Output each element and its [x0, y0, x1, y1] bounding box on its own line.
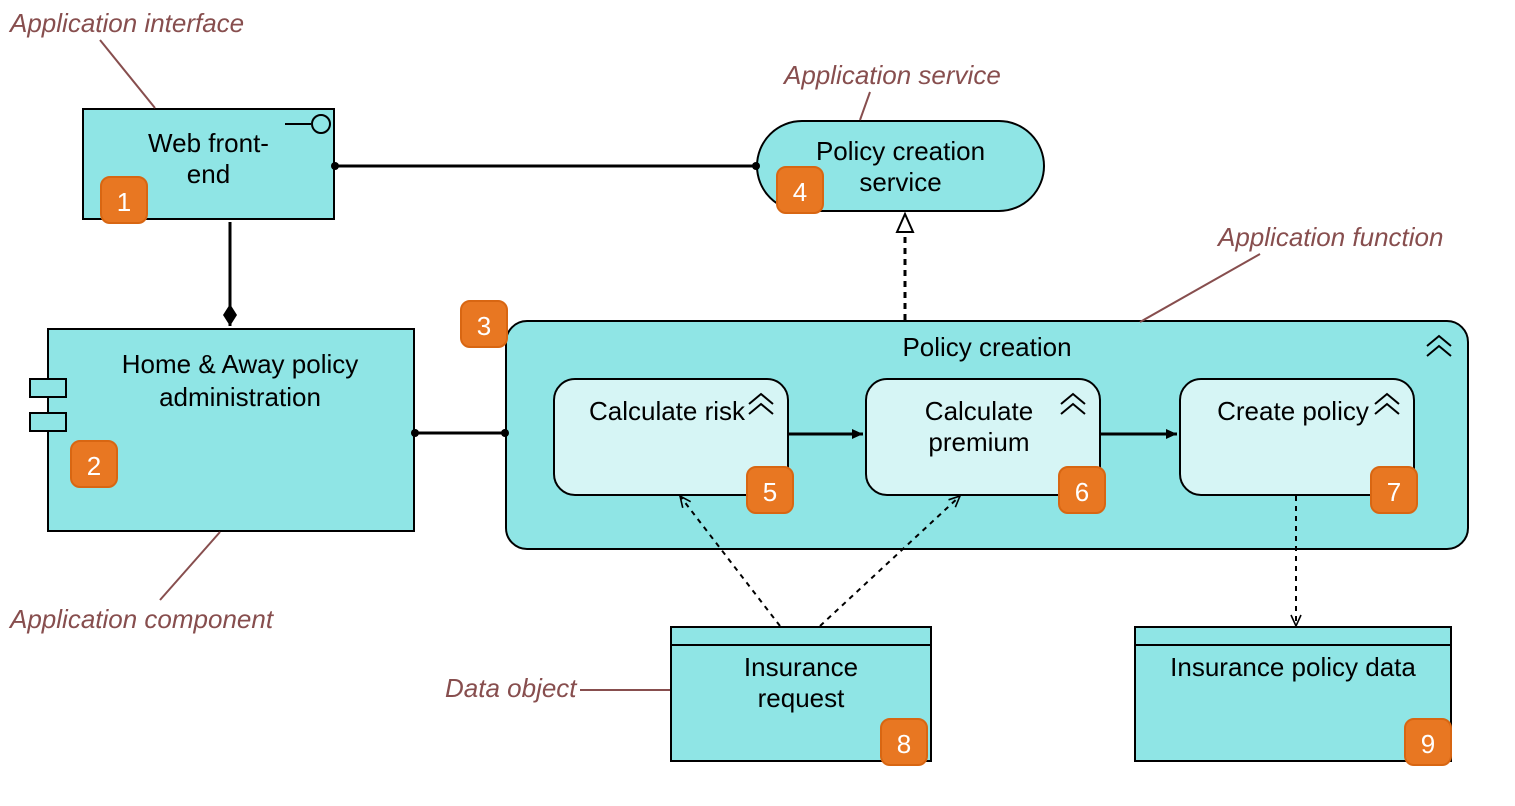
- annotation-component: Application component: [10, 604, 273, 635]
- annotation-function: Application function: [1218, 222, 1443, 253]
- badge-4: 4: [776, 166, 824, 214]
- annotation-line: [1140, 254, 1260, 322]
- badge-6: 6: [1058, 466, 1106, 514]
- annotation-line: [860, 92, 870, 120]
- function-chevron-icon: [1373, 392, 1401, 416]
- interface-lollipop-icon: [283, 110, 333, 138]
- component-lug-icon: [29, 412, 67, 432]
- annotation-line: [160, 532, 220, 600]
- archimate-diagram: Application interface Application servic…: [0, 0, 1515, 806]
- data-object-header-icon: [672, 628, 930, 646]
- function-chevron-icon: [747, 392, 775, 416]
- home-away-label: Home & Away policy administration: [85, 348, 395, 413]
- function-chevron-icon: [1425, 334, 1453, 358]
- badge-3: 3: [460, 300, 508, 348]
- annotation-data: Data object: [445, 673, 577, 704]
- home-away-component: Home & Away policy administration: [47, 328, 415, 532]
- calculate-premium-label: Calculate premium: [894, 396, 1064, 458]
- component-lug-icon: [29, 378, 67, 398]
- badge-1: 1: [100, 176, 148, 224]
- annotation-service: Application service: [784, 60, 1001, 91]
- annotation-line: [100, 40, 155, 108]
- calculate-risk-label: Calculate risk: [589, 396, 745, 427]
- web-front-end-label: Web front- end: [148, 128, 269, 189]
- policy-creation-title: Policy creation: [507, 332, 1467, 363]
- insurance-policy-data-label: Insurance policy data: [1170, 652, 1416, 683]
- function-chevron-icon: [1059, 392, 1087, 416]
- badge-9: 9: [1404, 718, 1452, 766]
- insurance-request-label: Insurance request: [701, 652, 901, 714]
- badge-2: 2: [70, 440, 118, 488]
- annotation-interface: Application interface: [10, 8, 244, 39]
- badge-8: 8: [880, 718, 928, 766]
- data-object-header-icon: [1136, 628, 1450, 646]
- badge-5: 5: [746, 466, 794, 514]
- create-policy-label: Create policy: [1217, 396, 1369, 427]
- badge-7: 7: [1370, 466, 1418, 514]
- policy-creation-function: Policy creation Calculate risk Calculate…: [505, 320, 1469, 550]
